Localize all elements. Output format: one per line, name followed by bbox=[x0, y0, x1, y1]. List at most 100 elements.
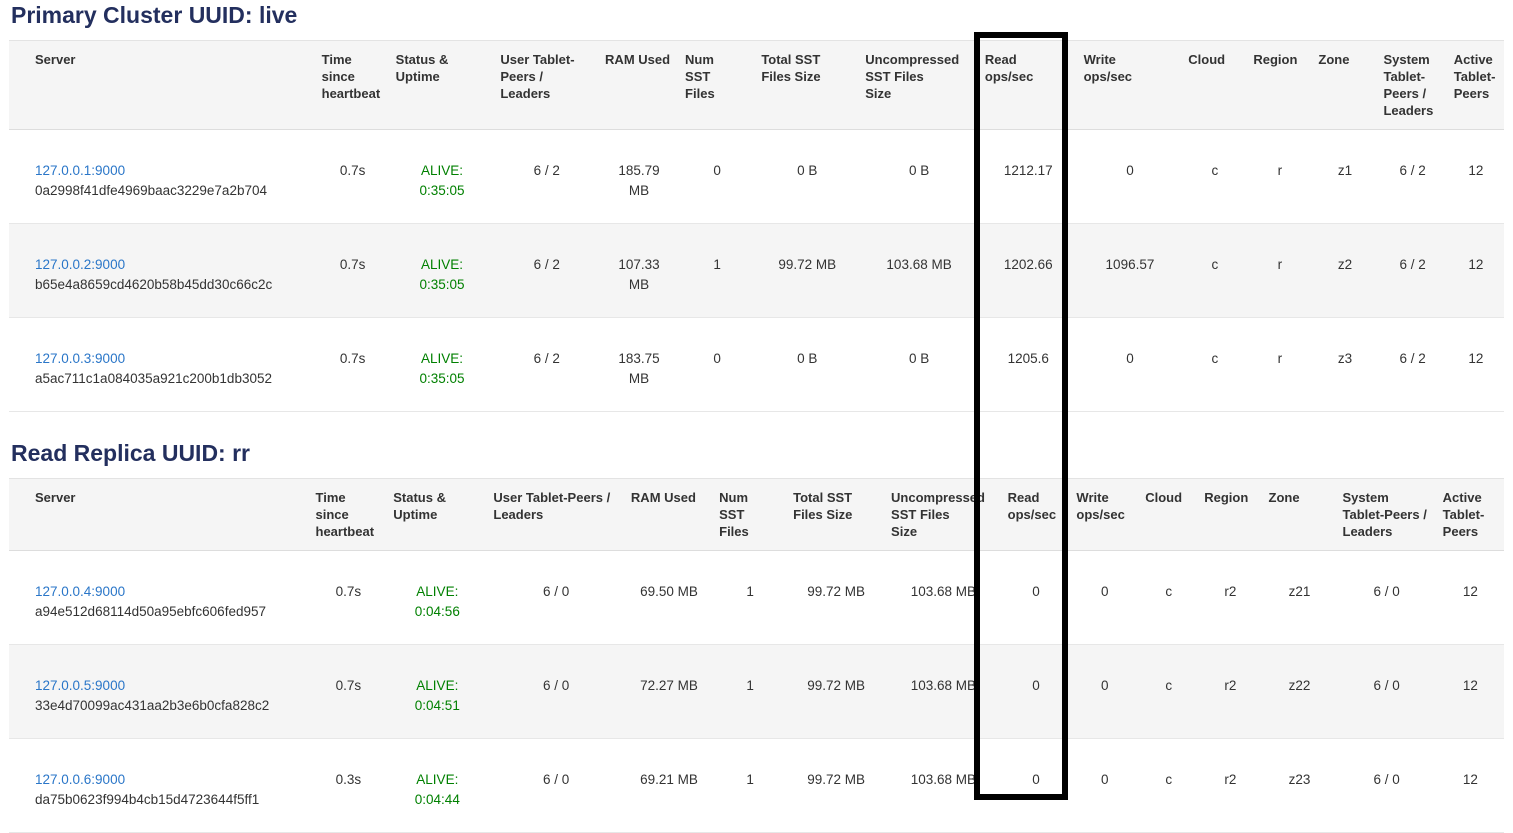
cell-read_ops: 1202.66 bbox=[979, 224, 1078, 318]
cell-region: r bbox=[1247, 318, 1312, 412]
cell-zone: z21 bbox=[1263, 551, 1337, 645]
server-row: 127.0.0.4:9000 a94e512d68114d50a95ebfc606… bbox=[9, 551, 1504, 645]
cell-system_tablets: 6 / 2 bbox=[1377, 224, 1447, 318]
status-alive-label: ALIVE: bbox=[398, 349, 487, 369]
cell-uncompressed_sst: 103.68 MB bbox=[859, 224, 979, 318]
cell-total_sst: 99.72 MB bbox=[787, 645, 885, 739]
column-header-ram: RAM Used bbox=[599, 41, 679, 130]
column-header-num_sst: Num SST Files bbox=[679, 41, 755, 130]
column-header-server: Server bbox=[9, 479, 310, 551]
cell-read_ops: 0 bbox=[1002, 645, 1071, 739]
column-header-cloud: Cloud bbox=[1139, 479, 1198, 551]
cell-ram: 69.50 MB bbox=[625, 551, 713, 645]
read-replica-section: Read Replica UUID: rr ServerTime since h… bbox=[9, 440, 1504, 833]
cell-user_tablets: 6 / 0 bbox=[487, 551, 625, 645]
cell-user_tablets: 6 / 0 bbox=[487, 739, 625, 833]
cell-total_sst: 0 B bbox=[755, 318, 859, 412]
cell-write_ops: 0 bbox=[1078, 318, 1183, 412]
column-header-zone: Zone bbox=[1312, 41, 1377, 130]
status-uptime: 0:04:56 bbox=[395, 602, 479, 622]
cell-read_ops: 0 bbox=[1002, 739, 1071, 833]
cell-num_sst: 0 bbox=[679, 130, 755, 224]
column-header-region: Region bbox=[1247, 41, 1312, 130]
cell-total_sst: 99.72 MB bbox=[755, 224, 859, 318]
cell-active_tablets: 12 bbox=[1448, 224, 1504, 318]
cell-user_tablets: 6 / 0 bbox=[487, 645, 625, 739]
cell-zone: z1 bbox=[1312, 130, 1377, 224]
cell-cloud: c bbox=[1182, 130, 1247, 224]
column-header-num_sst: Num SST Files bbox=[713, 479, 787, 551]
column-header-read_ops: Read ops/sec bbox=[1002, 479, 1071, 551]
cell-read_ops: 0 bbox=[1002, 551, 1071, 645]
tablet-servers-page: Primary Cluster UUID: live ServerTime si… bbox=[0, 0, 1513, 833]
server-address-link[interactable]: 127.0.0.2:9000 bbox=[35, 257, 125, 272]
server-address-link[interactable]: 127.0.0.5:9000 bbox=[35, 678, 125, 693]
status-alive-label: ALIVE: bbox=[395, 770, 479, 790]
column-header-total_sst: Total SST Files Size bbox=[755, 41, 859, 130]
primary-cluster-section: Primary Cluster UUID: live ServerTime si… bbox=[9, 2, 1504, 412]
column-header-server: Server bbox=[9, 41, 316, 130]
column-header-zone: Zone bbox=[1263, 479, 1337, 551]
cell-write_ops: 1096.57 bbox=[1078, 224, 1183, 318]
server-row: 127.0.0.6:9000 da75b0623f994b4cb15d472364… bbox=[9, 739, 1504, 833]
column-header-system_tablets: System Tablet-Peers / Leaders bbox=[1337, 479, 1437, 551]
cell-ram: 107.33 MB bbox=[599, 224, 679, 318]
cell-system_tablets: 6 / 0 bbox=[1337, 739, 1437, 833]
server-uuid: b65e4a8659cd4620b58b45dd30c66c2c bbox=[35, 275, 308, 295]
cell-system_tablets: 6 / 0 bbox=[1337, 551, 1437, 645]
cell-active_tablets: 12 bbox=[1437, 551, 1504, 645]
status-uptime: 0:35:05 bbox=[398, 275, 487, 295]
column-header-read_ops: Read ops/sec bbox=[979, 41, 1078, 130]
cell-uncompressed_sst: 0 B bbox=[859, 318, 979, 412]
cell-cloud: c bbox=[1182, 224, 1247, 318]
server-uuid: a94e512d68114d50a95ebfc606fed957 bbox=[35, 602, 302, 622]
column-header-heartbeat: Time since heartbeat bbox=[310, 479, 388, 551]
server-uuid: a5ac711c1a084035a921c200b1db3052 bbox=[35, 369, 308, 389]
column-header-write_ops: Write ops/sec bbox=[1070, 479, 1139, 551]
primary-cluster-title: Primary Cluster UUID: live bbox=[11, 2, 1504, 28]
status-uptime: 0:35:05 bbox=[398, 181, 487, 201]
cell-status: ALIVE:0:04:51 bbox=[387, 645, 487, 739]
cell-status: ALIVE:0:35:05 bbox=[390, 130, 495, 224]
cell-user_tablets: 6 / 2 bbox=[494, 130, 599, 224]
cell-heartbeat: 0.7s bbox=[316, 318, 390, 412]
cell-uncompressed_sst: 0 B bbox=[859, 130, 979, 224]
server-row: 127.0.0.2:9000 b65e4a8659cd4620b58b45dd30… bbox=[9, 224, 1504, 318]
cell-uncompressed_sst: 103.68 MB bbox=[885, 645, 1002, 739]
cell-region: r2 bbox=[1198, 739, 1262, 833]
cell-server: 127.0.0.1:90000a2998f41dfe4969baac3229e7… bbox=[9, 130, 316, 224]
cell-num_sst: 1 bbox=[713, 645, 787, 739]
status-alive-label: ALIVE: bbox=[398, 161, 487, 181]
server-address-link[interactable]: 127.0.0.1:9000 bbox=[35, 163, 125, 178]
cell-cloud: c bbox=[1139, 645, 1198, 739]
cell-heartbeat: 0.7s bbox=[310, 645, 388, 739]
cell-write_ops: 0 bbox=[1070, 645, 1139, 739]
server-address-link[interactable]: 127.0.0.4:9000 bbox=[35, 584, 125, 599]
column-header-status: Status & Uptime bbox=[390, 41, 495, 130]
cell-zone: z3 bbox=[1312, 318, 1377, 412]
server-uuid: 33e4d70099ac431aa2b3e6b0cfa828c2 bbox=[35, 696, 302, 716]
cell-active_tablets: 12 bbox=[1437, 739, 1504, 833]
status-alive-label: ALIVE: bbox=[395, 676, 479, 696]
cell-region: r bbox=[1247, 224, 1312, 318]
cell-total_sst: 0 B bbox=[755, 130, 859, 224]
column-header-uncompressed_sst: Uncompressed SST Files Size bbox=[859, 41, 979, 130]
status-uptime: 0:35:05 bbox=[398, 369, 487, 389]
server-row: 127.0.0.1:90000a2998f41dfe4969baac3229e7… bbox=[9, 130, 1504, 224]
column-header-system_tablets: System Tablet-Peers / Leaders bbox=[1377, 41, 1447, 130]
primary-cluster-table: ServerTime since heartbeatStatus & Uptim… bbox=[9, 40, 1504, 412]
cell-server: 127.0.0.5:9000 33e4d70099ac431aa2b3e6b0cf… bbox=[9, 645, 310, 739]
column-header-total_sst: Total SST Files Size bbox=[787, 479, 885, 551]
cell-num_sst: 1 bbox=[713, 551, 787, 645]
server-address-link[interactable]: 127.0.0.3:9000 bbox=[35, 351, 125, 366]
server-uuid: da75b0623f994b4cb15d4723644f5ff1 bbox=[35, 790, 302, 810]
cell-active_tablets: 12 bbox=[1448, 130, 1504, 224]
cell-server: 127.0.0.4:9000 a94e512d68114d50a95ebfc606… bbox=[9, 551, 310, 645]
column-header-active_tablets: Active Tablet-Peers bbox=[1448, 41, 1504, 130]
server-address-link[interactable]: 127.0.0.6:9000 bbox=[35, 772, 125, 787]
cell-zone: z2 bbox=[1312, 224, 1377, 318]
cell-ram: 72.27 MB bbox=[625, 645, 713, 739]
cell-status: ALIVE:0:35:05 bbox=[390, 224, 495, 318]
cell-write_ops: 0 bbox=[1070, 739, 1139, 833]
cell-zone: z22 bbox=[1263, 645, 1337, 739]
